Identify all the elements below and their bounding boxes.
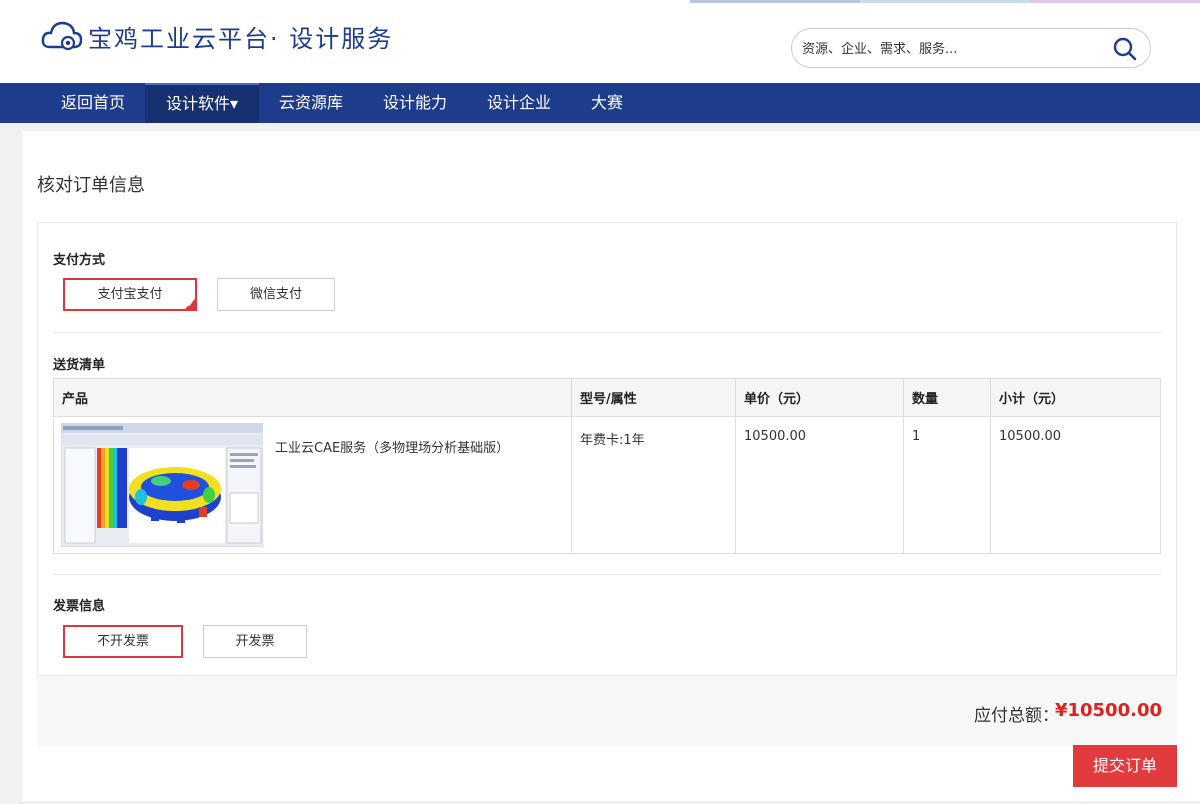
model-cell: 年费卡:1年 [571,416,736,554]
invoice-option-label: 不开发票 [96,634,149,649]
payment-option-alipay[interactable]: 支付宝支付 ✓ [63,278,197,311]
table-header-row: 产品 型号/属性 单价（元） 数量 小计（元） [53,378,1161,417]
section-divider [53,574,1161,575]
invoice-option-none[interactable]: 不开发票 [63,625,183,658]
qty-cell: 1 [903,416,991,554]
site-header: 宝鸡工业云平台· 设计服务 [0,0,1200,83]
site-logo[interactable]: 宝鸡工业云平台· 设计服务 [40,16,393,56]
order-confirm-card: 核对订单信息 支付方式 支付宝支付 ✓ 微信支付 送货清单 产品 型号/属性 单… [22,131,1200,801]
invoice-section-label: 发票信息 [53,599,106,614]
search-input[interactable] [802,38,1102,60]
search-icon[interactable] [1112,36,1138,62]
nav-item-cloud-resources[interactable]: 云资源库 [262,83,360,123]
page-title: 核对订单信息 [37,175,145,196]
invoice-option-label: 开发票 [235,634,275,649]
invoice-option-issue[interactable]: 开发票 [203,625,307,658]
col-header-model: 型号/属性 [571,378,736,417]
logo-text: 宝鸡工业云平台· 设计服务 [88,24,394,53]
product-cell: 工业云CAE服务（多物理场分析基础版） [53,416,572,554]
payment-option-wechat[interactable]: 微信支付 [217,278,335,311]
payment-section-label: 支付方式 [53,253,106,268]
col-header-qty: 数量 [903,378,991,417]
search-box [791,28,1151,68]
nav-item-contest[interactable]: 大赛 [576,83,638,123]
col-header-product: 产品 [53,378,572,417]
main-nav: 返回首页 设计软件▾ 云资源库 设计能力 设计企业 大赛 [0,83,1200,123]
submit-order-button[interactable]: 提交订单 [1073,745,1177,787]
delivery-section-label: 送货清单 [53,358,106,373]
total-amount: ¥10500.00 [1054,700,1162,721]
payment-option-label: 微信支付 [249,287,302,302]
check-icon: ✓ [187,300,194,309]
order-summary: 应付总额： ¥10500.00 [37,676,1177,746]
subtotal-cell: 10500.00 [990,416,1161,554]
table-row: 工业云CAE服务（多物理场分析基础版） 年费卡:1年 10500.00 1 10… [53,416,1161,554]
top-color-strip [690,0,1200,3]
col-header-subtotal: 小计（元） [990,378,1161,417]
nav-item-design-companies[interactable]: 设计企业 [470,83,568,123]
product-thumbnail[interactable] [61,423,263,547]
section-divider [53,332,1161,333]
payment-option-label: 支付宝支付 [97,287,163,302]
price-cell: 10500.00 [735,416,904,554]
nav-item-home[interactable]: 返回首页 [43,83,143,123]
order-panel: 支付方式 支付宝支付 ✓ 微信支付 送货清单 产品 型号/属性 单价（元） 数量… [37,222,1177,676]
nav-item-design-software[interactable]: 设计软件▾ [145,83,259,123]
total-label: 应付总额： [974,706,1059,726]
product-name-link[interactable]: 工业云CAE服务（多物理场分析基础版） [275,437,509,456]
delivery-table: 产品 型号/属性 单价（元） 数量 小计（元） 工业云CAE服务（多物理场分析基… [53,378,1161,554]
col-header-price: 单价（元） [735,378,904,417]
cloud-logo-icon [41,21,83,51]
nav-item-design-capability[interactable]: 设计能力 [366,83,464,123]
